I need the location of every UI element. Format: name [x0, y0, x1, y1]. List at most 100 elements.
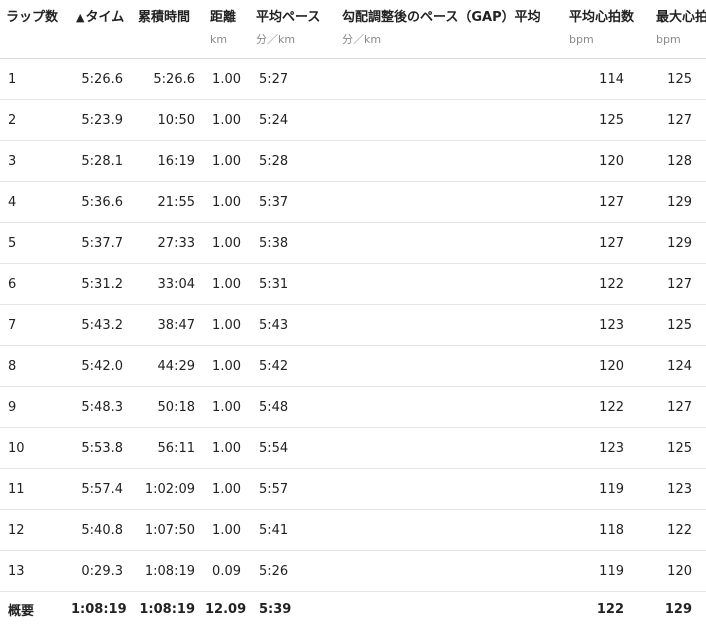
lap-max-hr: 129: [650, 181, 706, 223]
table-row[interactable]: 8 5:42.0 44:29 1.00 5:42 120 124: [0, 345, 706, 387]
column-label: 平均心拍数: [569, 10, 635, 25]
lap-avg-pace: 5:27: [250, 58, 336, 100]
lap-gap: [336, 222, 563, 264]
lap-distance: 1.00: [204, 509, 250, 551]
lap-gap: [336, 345, 563, 387]
column-header-avg-hr[interactable]: 平均心拍数 bpm: [563, 0, 650, 59]
lap-number: 3: [0, 140, 70, 182]
lap-avg-hr: 122: [563, 386, 650, 428]
column-label: 勾配調整後のペース（GAP）平均: [342, 10, 541, 25]
lap-cumulative-time: 1:07:50: [132, 509, 204, 551]
table-row[interactable]: 6 5:31.2 33:04 1.00 5:31 122 127: [0, 263, 706, 305]
summary-avg-pace: 5:39: [259, 601, 292, 617]
table-row[interactable]: 12 5:40.8 1:07:50 1.00 5:41 118 122: [0, 509, 706, 551]
lap-gap: [336, 386, 563, 428]
lap-cumulative-time: 56:11: [132, 427, 204, 469]
column-unit: bpm: [569, 33, 594, 46]
sort-ascending-icon: ▲: [76, 11, 85, 24]
column-label: 最大心拍数: [656, 10, 706, 25]
lap-number: 13: [0, 550, 70, 592]
lap-max-hr: 125: [650, 427, 706, 469]
lap-gap: [336, 550, 563, 592]
lap-time: 5:40.8: [70, 509, 132, 551]
lap-avg-pace: 5:48: [250, 386, 336, 428]
table-row[interactable]: 9 5:48.3 50:18 1.00 5:48 122 127: [0, 386, 706, 428]
table-row[interactable]: 1 5:26.6 5:26.6 1.00 5:27 114 125: [0, 58, 706, 100]
column-header-max-hr[interactable]: 最大心拍数 bpm: [650, 0, 706, 59]
lap-avg-pace: 5:42: [250, 345, 336, 387]
table-row[interactable]: 5 5:37.7 27:33 1.00 5:38 127 129: [0, 222, 706, 264]
column-header-lap[interactable]: ラップ数: [0, 0, 70, 59]
lap-number: 10: [0, 427, 70, 469]
laps-table: ラップ数 ▲タイム 累積時間 距離 km 平均ペース 分／km 勾配調整後のペー: [0, 0, 706, 626]
lap-avg-hr: 123: [563, 427, 650, 469]
lap-number: 5: [0, 222, 70, 264]
column-header-gap[interactable]: 勾配調整後のペース（GAP）平均 分／km: [336, 0, 563, 59]
summary-cumulative-time: 1:08:19: [139, 601, 195, 617]
lap-avg-hr: 122: [563, 263, 650, 305]
lap-time: 5:57.4: [70, 468, 132, 510]
lap-max-hr: 128: [650, 140, 706, 182]
lap-avg-hr: 123: [563, 304, 650, 346]
lap-time: 5:37.7: [70, 222, 132, 264]
table-row[interactable]: 11 5:57.4 1:02:09 1.00 5:57 119 123: [0, 468, 706, 510]
lap-avg-pace: 5:24: [250, 99, 336, 141]
lap-number: 9: [0, 386, 70, 428]
summary-distance: 12.09: [205, 601, 247, 617]
lap-max-hr: 125: [650, 58, 706, 100]
lap-time: 5:28.1: [70, 140, 132, 182]
lap-number: 7: [0, 304, 70, 346]
column-header-avg-pace[interactable]: 平均ペース 分／km: [250, 0, 336, 59]
lap-cumulative-time: 5:26.6: [132, 58, 204, 100]
summary-gap: [336, 592, 563, 627]
lap-cumulative-time: 21:55: [132, 181, 204, 223]
lap-distance: 1.00: [204, 304, 250, 346]
table-row[interactable]: 13 0:29.3 1:08:19 0.09 5:26 119 120: [0, 550, 706, 592]
lap-time: 5:43.2: [70, 304, 132, 346]
lap-distance: 1.00: [204, 427, 250, 469]
lap-distance: 1.00: [204, 58, 250, 100]
lap-cumulative-time: 1:02:09: [132, 468, 204, 510]
lap-time: 5:26.6: [70, 58, 132, 100]
table-row[interactable]: 10 5:53.8 56:11 1.00 5:54 123 125: [0, 427, 706, 469]
table-row[interactable]: 4 5:36.6 21:55 1.00 5:37 127 129: [0, 181, 706, 223]
lap-gap: [336, 263, 563, 305]
lap-avg-hr: 119: [563, 468, 650, 510]
table-row[interactable]: 2 5:23.9 10:50 1.00 5:24 125 127: [0, 99, 706, 141]
column-label: 平均ペース: [256, 10, 321, 25]
lap-number: 2: [0, 99, 70, 141]
lap-number: 1: [0, 58, 70, 100]
lap-time: 5:53.8: [70, 427, 132, 469]
lap-max-hr: 123: [650, 468, 706, 510]
column-header-time[interactable]: ▲タイム: [70, 0, 132, 59]
table-header: ラップ数 ▲タイム 累積時間 距離 km 平均ペース 分／km 勾配調整後のペー: [0, 0, 706, 59]
lap-avg-pace: 5:43: [250, 304, 336, 346]
lap-cumulative-time: 16:19: [132, 140, 204, 182]
lap-time: 5:23.9: [70, 99, 132, 141]
lap-avg-pace: 5:57: [250, 468, 336, 510]
lap-cumulative-time: 38:47: [132, 304, 204, 346]
column-unit: km: [210, 33, 228, 46]
lap-avg-pace: 5:26: [250, 550, 336, 592]
column-unit: 分／km: [342, 33, 382, 46]
lap-time: 5:42.0: [70, 345, 132, 387]
lap-max-hr: 125: [650, 304, 706, 346]
lap-number: 8: [0, 345, 70, 387]
summary-row: 概要 1:08:19 1:08:19 12.09 5:39 122 129: [0, 592, 706, 627]
table-row[interactable]: 3 5:28.1 16:19 1.00 5:28 120 128: [0, 140, 706, 182]
column-label: 距離: [210, 10, 237, 25]
lap-gap: [336, 140, 563, 182]
lap-number: 11: [0, 468, 70, 510]
lap-max-hr: 127: [650, 263, 706, 305]
header-row: ラップ数 ▲タイム 累積時間 距離 km 平均ペース 分／km 勾配調整後のペー: [0, 0, 706, 59]
lap-max-hr: 124: [650, 345, 706, 387]
column-header-distance[interactable]: 距離 km: [204, 0, 250, 59]
lap-time: 5:48.3: [70, 386, 132, 428]
laps-table-container: ラップ数 ▲タイム 累積時間 距離 km 平均ペース 分／km 勾配調整後のペー: [0, 0, 706, 627]
lap-avg-pace: 5:54: [250, 427, 336, 469]
lap-gap: [336, 468, 563, 510]
table-row[interactable]: 7 5:43.2 38:47 1.00 5:43 123 125: [0, 304, 706, 346]
column-header-cumulative-time[interactable]: 累積時間: [132, 0, 204, 59]
lap-avg-hr: 127: [563, 222, 650, 264]
lap-cumulative-time: 27:33: [132, 222, 204, 264]
